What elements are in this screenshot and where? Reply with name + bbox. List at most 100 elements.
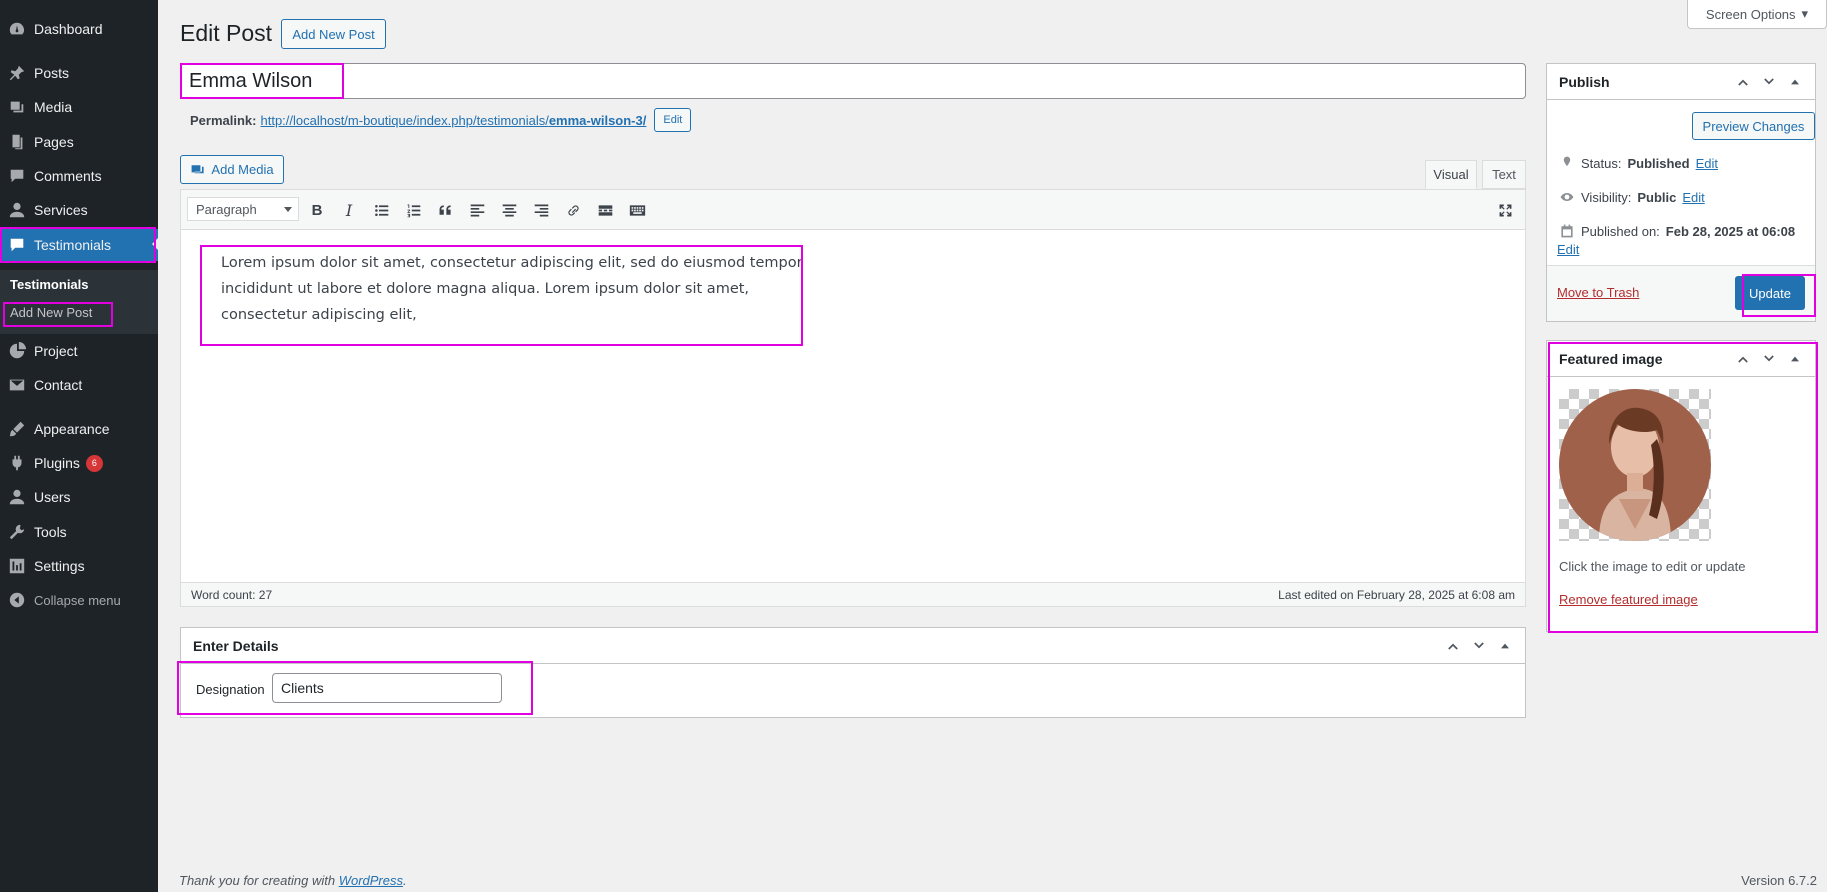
add-media-button[interactable]: Add Media (180, 155, 284, 184)
sidebar-item-services[interactable]: Services (0, 195, 158, 225)
blockquote-button[interactable] (433, 198, 457, 222)
edit-status-link[interactable]: Edit (1696, 156, 1718, 171)
media-icon (192, 164, 205, 173)
numbered-list-button[interactable] (401, 198, 425, 222)
chevron-up-icon[interactable] (1735, 351, 1751, 367)
sidebar-item-label: Posts (34, 65, 70, 81)
designation-label: Designation (196, 682, 265, 697)
align-center-icon (502, 204, 516, 216)
italic-button[interactable]: I (337, 198, 361, 222)
remove-featured-image-link[interactable]: Remove featured image (1559, 592, 1698, 607)
metabox-header: Featured image (1547, 341, 1815, 377)
toggle-panel-icon[interactable] (1497, 638, 1513, 654)
pie-icon (0, 342, 34, 360)
chevron-up-icon[interactable] (1735, 74, 1751, 90)
bullet-list-button[interactable] (369, 198, 393, 222)
plugin-icon (0, 454, 34, 472)
edit-visibility-link[interactable]: Edit (1682, 190, 1704, 205)
link-icon (567, 204, 579, 216)
editor-content[interactable]: Lorem ipsum dolor sit amet, consectetur … (221, 250, 811, 328)
editor-toolbar: Paragraph B I (181, 190, 1525, 230)
metabox-handles (1445, 638, 1513, 654)
tab-text[interactable]: Text (1482, 160, 1526, 189)
permalink-slug: emma-wilson-3/ (548, 112, 647, 128)
metabox-header: Publish (1547, 64, 1815, 100)
sidebar-item-tools[interactable]: Tools (0, 517, 158, 547)
footer-thanks-text: Thank you for creating with (179, 873, 336, 888)
sidebar-item-comments[interactable]: Comments (0, 161, 158, 191)
post-status-row: Status: Published Edit (1559, 155, 1718, 171)
tab-visual[interactable]: Visual (1425, 160, 1477, 189)
metabox-handles (1735, 74, 1803, 90)
media-icon (0, 98, 34, 116)
edit-date-link[interactable]: Edit (1557, 242, 1579, 257)
collapse-menu-button[interactable]: Collapse menu (0, 585, 158, 615)
add-new-post-button[interactable]: Add New Post (281, 19, 386, 49)
preview-changes-button[interactable]: Preview Changes (1692, 112, 1815, 140)
sidebar-item-appearance[interactable]: Appearance (0, 414, 158, 444)
status-value: Published (1627, 155, 1690, 171)
sidebar-item-project[interactable]: Project (0, 336, 158, 366)
sidebar-item-pages[interactable]: Pages (0, 127, 158, 157)
read-more-button[interactable] (593, 198, 617, 222)
designation-input[interactable]: Clients (272, 673, 502, 703)
metabox-handles (1735, 351, 1803, 367)
sidebar-item-testimonials[interactable]: Testimonials (0, 229, 158, 261)
toolbar-toggle-button[interactable] (625, 198, 649, 222)
align-left-button[interactable] (465, 198, 489, 222)
chevron-down-icon[interactable] (1471, 638, 1487, 654)
sidebar-item-dashboard[interactable]: Dashboard (0, 14, 158, 44)
sidebar-item-plugins[interactable]: Plugins 6 (0, 448, 158, 478)
publish-actions: Move to Trash Update (1547, 265, 1815, 321)
quote-icon (439, 204, 451, 215)
settings-icon (0, 557, 34, 575)
keyboard-icon (629, 204, 645, 216)
post-title-input[interactable]: Emma Wilson (180, 63, 1526, 99)
sidebar-item-label: Testimonials (34, 237, 112, 253)
wordpress-link[interactable]: WordPress (339, 873, 403, 888)
chevron-down-icon[interactable] (1761, 74, 1777, 90)
permalink-link[interactable]: http://localhost/m-boutique/index.php/te… (260, 113, 646, 128)
sidebar-item-label: Pages (34, 134, 74, 150)
fullscreen-button[interactable] (1493, 198, 1517, 222)
submenu-item-add-new[interactable]: Add New Post (10, 305, 92, 320)
align-center-button[interactable] (497, 198, 521, 222)
status-label: Status: (1581, 155, 1622, 171)
sidebar-item-users[interactable]: Users (0, 482, 158, 512)
toggle-panel-icon[interactable] (1787, 351, 1803, 367)
portrait-image (1559, 389, 1711, 541)
footer-version: Version 6.7.2 (1741, 873, 1817, 888)
featured-image-thumbnail[interactable] (1559, 389, 1711, 541)
sidebar-item-settings[interactable]: Settings (0, 551, 158, 581)
chevron-up-icon[interactable] (1445, 638, 1461, 654)
sidebar-item-contact[interactable]: Contact (0, 370, 158, 400)
toggle-panel-icon[interactable] (1787, 74, 1803, 90)
submenu-item-testimonials[interactable]: Testimonials (10, 277, 89, 292)
collapse-icon (0, 591, 34, 609)
move-to-trash-link[interactable]: Move to Trash (1557, 285, 1639, 300)
published-label: Published on: (1581, 223, 1660, 239)
brush-icon (0, 420, 34, 438)
permalink-base: http://localhost/m-boutique/index.php/te… (260, 112, 549, 128)
align-right-button[interactable] (529, 198, 553, 222)
sidebar-item-media[interactable]: Media (0, 92, 158, 122)
published-on-row: Published on: Feb 28, 2025 at 06:08 (1559, 223, 1795, 239)
insert-link-button[interactable] (561, 198, 585, 222)
format-select[interactable]: Paragraph (187, 197, 299, 221)
bullet-list-icon (374, 204, 388, 216)
sidebar-item-posts[interactable]: Posts (0, 58, 158, 88)
user-icon (0, 201, 34, 219)
permalink-edit-button[interactable]: Edit (654, 108, 692, 132)
update-button[interactable]: Update (1735, 276, 1805, 310)
bold-button[interactable]: B (305, 198, 329, 222)
screen-options-button[interactable]: Screen Options ▾ (1687, 0, 1827, 29)
sidebar-item-label: Dashboard (34, 21, 103, 37)
numbered-list-icon (407, 204, 420, 217)
mail-icon (0, 376, 34, 394)
permalink-label: Permalink: (190, 112, 257, 128)
fullscreen-icon (1499, 204, 1511, 216)
chevron-down-icon[interactable] (1761, 351, 1777, 367)
calendar-icon (1561, 224, 1573, 238)
read-more-icon (598, 204, 612, 216)
sidebar-item-label: Appearance (34, 421, 110, 437)
